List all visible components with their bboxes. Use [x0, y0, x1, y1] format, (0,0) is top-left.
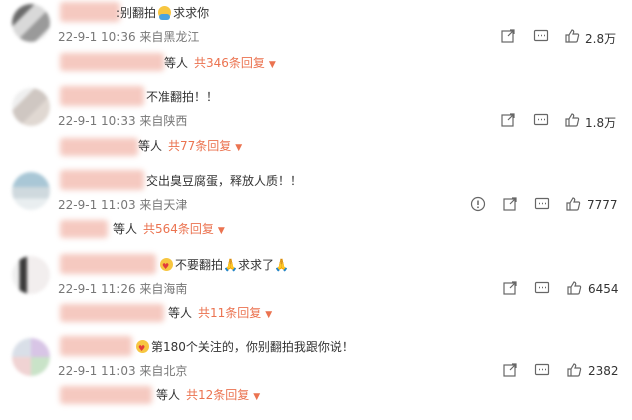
reply-user-redacted[interactable]	[60, 138, 138, 156]
comment-icon[interactable]	[534, 362, 550, 378]
reply-count-link[interactable]: 共346条回复	[194, 56, 265, 70]
report-icon[interactable]	[470, 196, 486, 212]
comment-meta: 22-9-1 11:26 来自海南	[58, 282, 188, 296]
comment-meta: 22-9-1 10:33 来自陕西	[58, 114, 188, 128]
like-count: 2.8万	[585, 32, 617, 46]
comment-item: 交出臭豆腐蛋，释放人质！！ 22-9-1 11:03 来自天津 7777 等人共…	[0, 170, 632, 254]
reply-count-link[interactable]: 共12条回复	[186, 388, 249, 402]
like-count: 7777	[587, 198, 618, 212]
like-count: 6454	[588, 282, 619, 296]
caret-down-icon[interactable]: ▼	[218, 226, 225, 236]
heart-eyes-emoji-icon	[160, 257, 173, 277]
pray-emoji-icon: 🙏	[223, 258, 238, 272]
username-redacted[interactable]	[60, 170, 144, 190]
emoji-icon	[158, 6, 172, 20]
comment-icon[interactable]	[534, 280, 550, 296]
reply-user-redacted[interactable]	[60, 220, 108, 238]
avatar[interactable]	[12, 172, 50, 210]
username-redacted[interactable]	[60, 2, 120, 22]
comment-meta: 22-9-1 10:36 来自黑龙江	[58, 30, 200, 44]
like-count: 2382	[588, 364, 619, 378]
username-redacted[interactable]	[60, 336, 132, 356]
reply-summary[interactable]: 等人 共346条回复 ▼	[164, 55, 276, 73]
pray-emoji-icon: 🙏	[273, 258, 289, 272]
share-icon[interactable]	[502, 280, 518, 296]
caret-down-icon[interactable]: ▼	[269, 60, 276, 70]
comment-icon[interactable]	[533, 112, 549, 128]
thumbs-up-icon[interactable]	[566, 362, 582, 378]
comment-text: 不准翻拍！！	[146, 90, 219, 104]
comment-item: 不准翻拍！！ 22-9-1 10:33 来自陕西 1.8万 等人 共77条回复 ▼	[0, 86, 632, 170]
reply-count-link[interactable]: 共77条回复	[168, 139, 231, 153]
username-redacted[interactable]	[60, 254, 156, 274]
reply-user-redacted[interactable]	[60, 53, 164, 71]
caret-down-icon[interactable]: ▼	[235, 143, 242, 153]
thumbs-up-icon[interactable]	[564, 112, 580, 128]
caret-down-icon[interactable]: ▼	[265, 310, 272, 320]
share-icon[interactable]	[500, 28, 516, 44]
comment-meta: 22-9-1 11:03 来自天津	[58, 198, 188, 212]
username-redacted[interactable]	[60, 86, 144, 106]
comment-item: :别翻拍 求求你 22-9-1 10:36 来自黑龙江 2.8万 等人 共346条回…	[0, 2, 632, 86]
like-count: 1.8万	[585, 116, 617, 130]
avatar[interactable]	[12, 4, 50, 42]
thumbs-up-icon[interactable]	[566, 280, 582, 296]
reply-user-redacted[interactable]	[60, 304, 164, 322]
comment-meta: 22-9-1 11:03 来自北京	[58, 364, 188, 378]
reply-summary[interactable]: 等人 共12条回复 ▼	[156, 387, 260, 405]
heart-eyes-emoji-icon	[136, 339, 149, 359]
comment-icon[interactable]	[534, 196, 550, 212]
reply-user-redacted[interactable]	[60, 386, 152, 404]
comment-text: 交出臭豆腐蛋，释放人质！！	[146, 174, 303, 188]
reply-summary[interactable]: 等人 共77条回复 ▼	[138, 138, 242, 156]
comment-text: 第180个关注的，你别翻拍我跟你说！	[134, 337, 354, 359]
reply-count-link[interactable]: 共11条回复	[198, 306, 261, 320]
share-icon[interactable]	[502, 362, 518, 378]
reply-summary[interactable]: 等人 共564条回复 ▼	[113, 221, 225, 239]
avatar[interactable]	[12, 338, 50, 376]
reply-count-link[interactable]: 共564条回复	[143, 222, 214, 236]
comment-item: 第180个关注的，你别翻拍我跟你说！ 22-9-1 11:03 来自北京 238…	[0, 336, 632, 420]
comment-text: :别翻拍 求求你	[116, 6, 210, 20]
comment-item: 不要翻拍🙏求求了🙏 22-9-1 11:26 来自海南 6454 等人共11条回…	[0, 254, 632, 338]
share-icon[interactable]	[500, 112, 516, 128]
reply-summary[interactable]: 等人 共11条回复 ▼	[168, 305, 272, 323]
share-icon[interactable]	[502, 196, 518, 212]
comment-icon[interactable]	[533, 28, 549, 44]
thumbs-up-icon[interactable]	[564, 28, 580, 44]
avatar[interactable]	[12, 256, 50, 294]
caret-down-icon[interactable]: ▼	[253, 392, 260, 402]
avatar[interactable]	[12, 88, 50, 126]
thumbs-up-icon[interactable]	[565, 196, 581, 212]
comment-text: 不要翻拍🙏求求了🙏	[158, 255, 289, 277]
